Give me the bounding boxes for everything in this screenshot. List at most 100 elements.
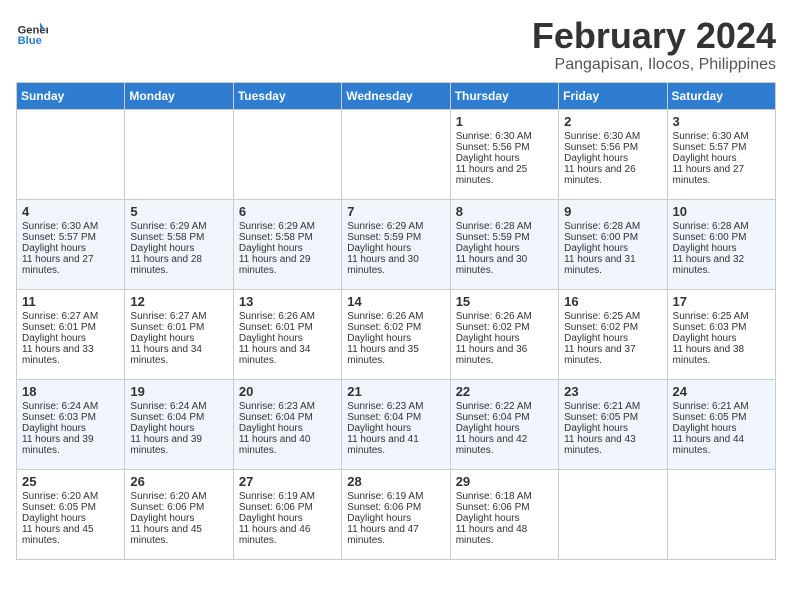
logo: General Blue — [16, 16, 48, 48]
daylight-duration: 11 hours and 29 minutes. — [239, 254, 336, 276]
sunrise: Sunrise: 6:22 AM — [456, 401, 553, 412]
calendar-cell: 26Sunrise: 6:20 AMSunset: 6:06 PMDayligh… — [125, 469, 233, 559]
calendar-cell: 6Sunrise: 6:29 AMSunset: 5:58 PMDaylight… — [233, 199, 341, 289]
sunrise: Sunrise: 6:24 AM — [22, 401, 119, 412]
daylight-label: Daylight hours — [22, 333, 119, 344]
sunset: Sunset: 5:57 PM — [22, 232, 119, 243]
daylight-duration: 11 hours and 39 minutes. — [22, 434, 119, 456]
daylight-label: Daylight hours — [22, 423, 119, 434]
calendar-cell: 10 Sunrise: 6:28 AMSunset: 6:00 PMDayligh… — [667, 199, 775, 289]
calendar-cell: 2Sunrise: 6:30 AMSunset: 5:56 PMDaylight… — [559, 109, 667, 199]
daylight-label: Daylight hours — [347, 243, 444, 254]
calendar-cell: 1Sunrise: 6:30 AMSunset: 5:56 PMDaylight… — [450, 109, 558, 199]
calendar-cell: 16Sunrise: 6:25 AMSunset: 6:02 PMDayligh… — [559, 289, 667, 379]
calendar-cell: 15Sunrise: 6:26 AMSunset: 6:02 PMDayligh… — [450, 289, 558, 379]
daylight-duration: 11 hours and 42 minutes. — [456, 434, 553, 456]
calendar-cell: 22Sunrise: 6:22 AMSunset: 6:04 PMDayligh… — [450, 379, 558, 469]
day-number: 28 — [347, 474, 444, 489]
daylight-label: Daylight hours — [564, 333, 661, 344]
sunrise: Sunrise: 6:25 AM — [673, 311, 770, 322]
daylight-label: Daylight hours — [673, 423, 770, 434]
calendar-cell — [559, 469, 667, 559]
sunset: Sunset: 6:02 PM — [456, 322, 553, 333]
sunrise: Sunrise: 6:28 AM — [673, 221, 770, 232]
sunrise: Sunrise: 6:30 AM — [22, 221, 119, 232]
sunrise: Sunrise: 6:29 AM — [347, 221, 444, 232]
calendar-cell: 12Sunrise: 6:27 AMSunset: 6:01 PMDayligh… — [125, 289, 233, 379]
day-number: 7 — [347, 204, 444, 219]
sunset: Sunset: 5:58 PM — [239, 232, 336, 243]
sunset: Sunset: 6:06 PM — [130, 502, 227, 513]
week-row-4: 18Sunrise: 6:24 AMSunset: 6:03 PMDayligh… — [17, 379, 776, 469]
calendar-cell: 23Sunrise: 6:21 AMSunset: 6:05 PMDayligh… — [559, 379, 667, 469]
day-number: 13 — [239, 294, 336, 309]
sunset: Sunset: 5:58 PM — [130, 232, 227, 243]
day-number: 12 — [130, 294, 227, 309]
daylight-label: Daylight hours — [239, 513, 336, 524]
calendar-cell — [233, 109, 341, 199]
sunrise: Sunrise: 6:19 AM — [347, 491, 444, 502]
sunrise: Sunrise: 6:26 AM — [347, 311, 444, 322]
daylight-duration: 11 hours and 45 minutes. — [22, 524, 119, 546]
sunrise: Sunrise: 6:27 AM — [22, 311, 119, 322]
week-row-3: 11Sunrise: 6:27 AMSunset: 6:01 PMDayligh… — [17, 289, 776, 379]
day-number: 2 — [564, 114, 661, 129]
daylight-label: Daylight hours — [130, 333, 227, 344]
sunset: Sunset: 6:04 PM — [347, 412, 444, 423]
daylight-duration: 11 hours and 32 minutes. — [673, 254, 770, 276]
sunrise: Sunrise: 6:28 AM — [456, 221, 553, 232]
col-header-thursday: Thursday — [450, 82, 558, 109]
sunrise: Sunrise: 6:30 AM — [673, 131, 770, 142]
daylight-duration: 11 hours and 46 minutes. — [239, 524, 336, 546]
sunset: Sunset: 6:01 PM — [130, 322, 227, 333]
daylight-duration: 11 hours and 34 minutes. — [239, 344, 336, 366]
daylight-duration: 11 hours and 47 minutes. — [347, 524, 444, 546]
sunset: Sunset: 6:05 PM — [564, 412, 661, 423]
daylight-label: Daylight hours — [564, 423, 661, 434]
sunset: Sunset: 6:05 PM — [673, 412, 770, 423]
day-number: 21 — [347, 384, 444, 399]
calendar-cell: 20Sunrise: 6:23 AMSunset: 6:04 PMDayligh… — [233, 379, 341, 469]
daylight-label: Daylight hours — [22, 243, 119, 254]
sunset: Sunset: 6:04 PM — [130, 412, 227, 423]
day-number: 26 — [130, 474, 227, 489]
daylight-label: Daylight hours — [130, 513, 227, 524]
daylight-duration: 11 hours and 45 minutes. — [130, 524, 227, 546]
day-number: 22 — [456, 384, 553, 399]
day-number: 3 — [673, 114, 770, 129]
svg-text:Blue: Blue — [18, 35, 42, 47]
logo-icon: General Blue — [16, 16, 48, 48]
sunrise: Sunrise: 6:26 AM — [456, 311, 553, 322]
daylight-label: Daylight hours — [456, 153, 553, 164]
sunset: Sunset: 6:00 PM — [673, 232, 770, 243]
col-header-saturday: Saturday — [667, 82, 775, 109]
sunset: Sunset: 5:59 PM — [347, 232, 444, 243]
col-header-friday: Friday — [559, 82, 667, 109]
calendar-cell: 3Sunrise: 6:30 AMSunset: 5:57 PMDaylight… — [667, 109, 775, 199]
calendar-table: SundayMondayTuesdayWednesdayThursdayFrid… — [16, 82, 776, 560]
day-number: 5 — [130, 204, 227, 219]
sunset: Sunset: 5:57 PM — [673, 142, 770, 153]
daylight-label: Daylight hours — [673, 243, 770, 254]
daylight-label: Daylight hours — [347, 333, 444, 344]
daylight-label: Daylight hours — [456, 423, 553, 434]
daylight-label: Daylight hours — [347, 513, 444, 524]
title-block: February 2024 Pangapisan, Ilocos, Philip… — [532, 16, 776, 74]
week-row-5: 25Sunrise: 6:20 AMSunset: 6:05 PMDayligh… — [17, 469, 776, 559]
calendar-cell: 28Sunrise: 6:19 AMSunset: 6:06 PMDayligh… — [342, 469, 450, 559]
week-row-1: 1Sunrise: 6:30 AMSunset: 5:56 PMDaylight… — [17, 109, 776, 199]
daylight-label: Daylight hours — [456, 243, 553, 254]
sunrise: Sunrise: 6:21 AM — [564, 401, 661, 412]
sunrise: Sunrise: 6:25 AM — [564, 311, 661, 322]
daylight-label: Daylight hours — [564, 153, 661, 164]
calendar-cell: 24Sunrise: 6:21 AMSunset: 6:05 PMDayligh… — [667, 379, 775, 469]
daylight-label: Daylight hours — [673, 333, 770, 344]
daylight-label: Daylight hours — [456, 333, 553, 344]
sunrise: Sunrise: 6:26 AM — [239, 311, 336, 322]
sunset: Sunset: 6:03 PM — [22, 412, 119, 423]
day-number: 4 — [22, 204, 119, 219]
day-number: 10 — [673, 204, 770, 219]
col-header-sunday: Sunday — [17, 82, 125, 109]
daylight-duration: 11 hours and 36 minutes. — [456, 344, 553, 366]
daylight-duration: 11 hours and 39 minutes. — [130, 434, 227, 456]
